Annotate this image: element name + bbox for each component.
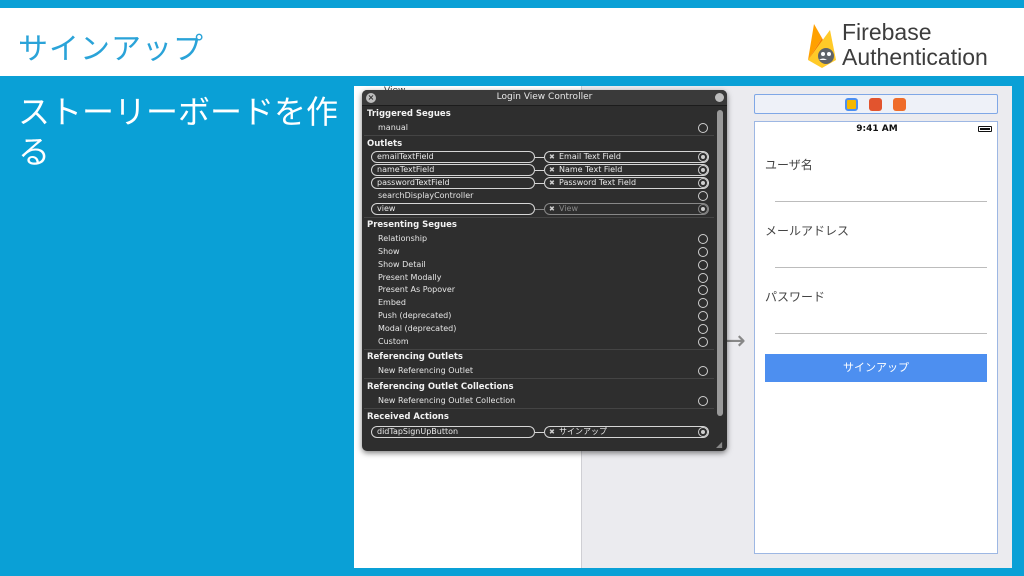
section-triggered-segues: Triggered Segues [367,109,451,119]
connect-circle-custom[interactable] [698,337,708,347]
password-label: パスワード [765,290,826,304]
segue-show-detail: Show Detail [378,260,426,269]
remove-connection-icon[interactable]: ✖ [549,427,555,437]
connection-line [535,183,544,184]
action-did-tap-signup[interactable]: didTapSignUpButton [371,426,535,438]
connect-circle-present-popover[interactable] [698,285,708,295]
outlet-view-target[interactable]: ✖ View [544,203,709,215]
remove-connection-icon[interactable]: ✖ [549,178,555,188]
slide-title: サインアップ [18,32,204,67]
section-received-actions: Received Actions [367,412,449,422]
connection-line [535,432,544,433]
outlet-password-target-label: Password Text Field [559,178,637,187]
top-accent-bar [0,0,1024,8]
outlet-name-target[interactable]: ✖ Name Text Field [544,164,709,176]
connect-circle-referencing-outlet[interactable] [698,366,708,376]
segue-embed: Embed [378,298,406,307]
outlet-email-target-label: Email Text Field [559,152,621,161]
email-field[interactable] [775,267,987,268]
connections-panel: × Login View Controller Triggered Segues… [362,90,727,451]
first-responder-icon[interactable] [869,98,882,111]
segue-relationship: Relationship [378,234,428,243]
scene-dock[interactable] [754,94,998,114]
connect-circle-embed[interactable] [698,298,708,308]
section-referencing-collections: Referencing Outlet Collections [367,382,514,392]
connection-line [535,157,544,158]
password-field[interactable] [775,333,987,334]
connect-circle-manual[interactable] [698,123,708,133]
connect-circle-action[interactable] [698,427,708,437]
connection-line [535,209,544,210]
brand-line-2: Authentication [842,44,988,70]
new-referencing-outlet: New Referencing Outlet [378,366,474,375]
connect-circle-show-detail[interactable] [698,260,708,270]
username-field[interactable] [775,201,987,202]
firebase-brand-text: Firebase Authentication [842,20,988,70]
remove-connection-icon[interactable]: ✖ [549,152,555,162]
action-target-label: サインアップ [559,427,607,436]
outlet-search-display: searchDisplayController [378,191,474,200]
firebase-logo-icon [808,24,836,68]
section-presenting-segues: Presenting Segues [367,220,457,230]
segue-present-popover: Present As Popover [378,285,456,294]
segue-manual: manual [378,123,408,132]
resize-grip-icon[interactable]: ◢ [716,440,722,449]
connect-circle-email[interactable] [698,152,708,162]
outlet-view[interactable]: view [371,203,535,215]
connect-circle-view[interactable] [698,204,708,214]
initial-vc-arrow-icon: → [724,326,746,356]
segue-show: Show [378,247,400,256]
connect-circle-push[interactable] [698,311,708,321]
outlet-password-target[interactable]: ✖ Password Text Field [544,177,709,189]
outlet-password[interactable]: passwordTextField [371,177,535,189]
segue-custom: Custom [378,337,409,346]
outlet-email-target[interactable]: ✖ Email Text Field [544,151,709,163]
outlet-name[interactable]: nameTextField [371,164,535,176]
exit-icon[interactable] [893,98,906,111]
divider [364,408,714,409]
username-label: ユーザ名 [765,158,813,172]
panel-title: Login View Controller [496,92,593,102]
panel-scroll-knob-icon[interactable] [715,93,724,102]
outlet-name-target-label: Name Text Field [559,165,623,174]
panel-titlebar: × Login View Controller [362,90,727,106]
signup-button[interactable]: サインアップ [765,354,987,382]
slide-heading: ストーリーボードを作る [18,93,339,171]
connect-circle-password[interactable] [698,178,708,188]
outlet-view-target-label: View [559,204,578,213]
outlet-email[interactable]: emailTextField [371,151,535,163]
action-target[interactable]: ✖ サインアップ [544,426,709,438]
remove-connection-icon[interactable]: ✖ [549,165,555,175]
connect-circle-search[interactable] [698,191,708,201]
status-bar-time: 9:41 AM [856,124,898,134]
divider [364,217,714,218]
email-label: メールアドレス [765,224,850,238]
slide-header: サインアップ Firebase Authentication [0,8,1024,76]
divider [364,349,714,350]
new-referencing-collection: New Referencing Outlet Collection [378,396,516,405]
connect-circle-modal[interactable] [698,324,708,334]
connect-circle-referencing-collection[interactable] [698,396,708,406]
divider [364,135,714,136]
remove-connection-icon[interactable]: ✖ [549,204,555,214]
connect-circle-show[interactable] [698,247,708,257]
view-controller-icon[interactable] [845,98,858,111]
connection-line [535,170,544,171]
connect-circle-name[interactable] [698,165,708,175]
segue-push: Push (deprecated) [378,311,452,320]
battery-icon [978,126,992,132]
divider [364,378,714,379]
phone-preview: 9:41 AM ユーザ名 メールアドレス パスワード サインアップ [754,121,998,554]
section-outlets: Outlets [367,139,403,149]
connect-circle-present-modally[interactable] [698,273,708,283]
connect-circle-relationship[interactable] [698,234,708,244]
segue-modal: Modal (deprecated) [378,324,457,333]
panel-scrollbar[interactable] [717,110,723,416]
brand-line-1: Firebase [842,19,932,45]
segue-present-modally: Present Modally [378,273,442,282]
section-referencing-outlets: Referencing Outlets [367,352,463,362]
